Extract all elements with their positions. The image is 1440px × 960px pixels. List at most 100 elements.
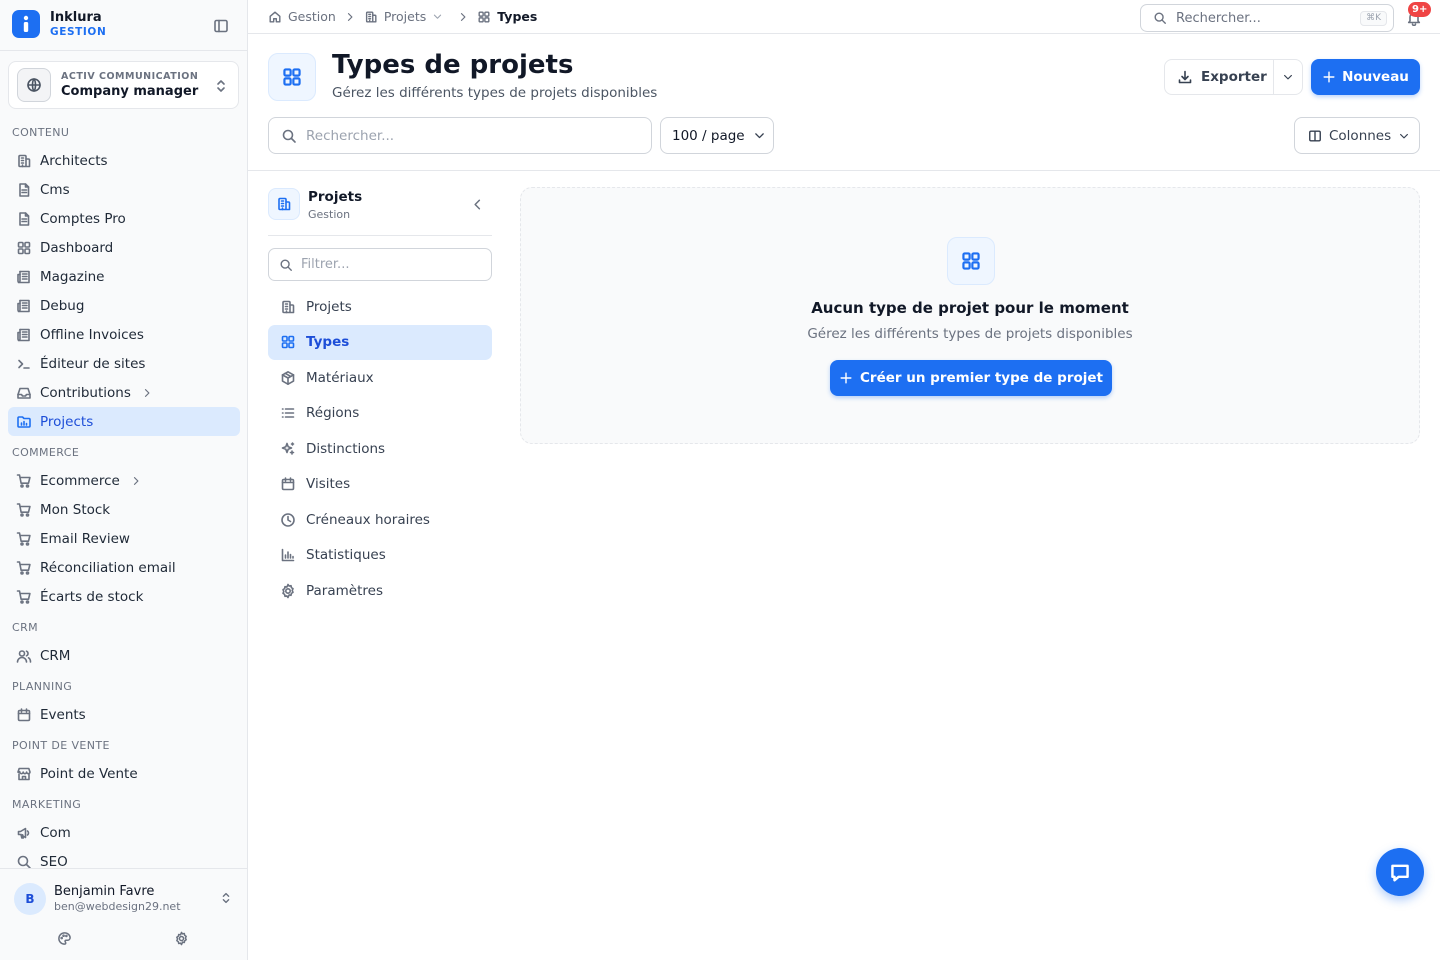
subnav-item-regions[interactable]: Régions — [268, 396, 492, 432]
chevron-right-icon — [457, 11, 469, 23]
subnav-item-creneaux-horaires[interactable]: Créneaux horaires — [268, 502, 492, 538]
sidebar-item-cms[interactable]: Cms — [8, 175, 240, 204]
global-search-input[interactable]: Rechercher... ⌘K — [1140, 4, 1394, 32]
sparkles-icon — [280, 441, 296, 457]
sidebar-item-label: Magazine — [40, 268, 105, 285]
chevron-down-icon[interactable] — [432, 11, 443, 22]
page-size-value: 100 / page — [672, 127, 745, 144]
subnav-item-types[interactable]: Types — [268, 324, 492, 360]
building-icon — [16, 153, 32, 169]
subnav-item-statistiques[interactable]: Statistiques — [268, 538, 492, 574]
list-icon — [280, 405, 296, 421]
subnav-item-materiaux[interactable]: Matériaux — [268, 360, 492, 396]
sidebar-item-label: Réconciliation email — [40, 559, 176, 576]
cart-icon — [16, 502, 32, 518]
sidebar-item-label: Comptes Pro — [40, 210, 126, 227]
inbox-icon — [16, 385, 32, 401]
sidebar-item-label: Com — [40, 824, 71, 841]
sidebar-item-label: Éditeur de sites — [40, 355, 146, 372]
chat-button[interactable] — [1376, 848, 1424, 896]
gear-icon[interactable] — [174, 931, 189, 946]
subnav-item-projets[interactable]: Projets — [268, 289, 492, 325]
search-icon — [16, 854, 32, 869]
columns-icon — [1308, 129, 1322, 143]
sidebar-item-ecommerce[interactable]: Ecommerce — [8, 466, 240, 495]
filter-placeholder: Filtrer... — [301, 257, 350, 272]
palette-icon[interactable] — [57, 931, 72, 946]
sidebar-item-ecarts-de-stock[interactable]: Écarts de stock — [8, 582, 240, 611]
breadcrumb-item-projets[interactable]: Projets — [364, 9, 449, 24]
calendar-icon — [16, 707, 32, 723]
export-dropdown-button[interactable] — [1274, 71, 1302, 83]
sidebar-item-reconciliation-email[interactable]: Réconciliation email — [8, 553, 240, 582]
divider — [268, 235, 492, 236]
cart-icon — [16, 589, 32, 605]
sidebar-item-editeur-de-sites[interactable]: Éditeur de sites — [8, 349, 240, 378]
subnav-item-label: Distinctions — [306, 440, 386, 457]
building-icon — [280, 299, 296, 315]
sidebar-item-point-de-vente[interactable]: Point de Vente — [8, 759, 240, 788]
search-input[interactable]: Rechercher... — [268, 117, 652, 154]
search-placeholder: Rechercher... — [1176, 10, 1261, 26]
sidebar-item-label: Email Review — [40, 530, 130, 547]
sidebar-item-magazine[interactable]: Magazine — [8, 262, 240, 291]
nav-section-title: PLANNING — [12, 680, 73, 693]
search-placeholder: Rechercher... — [306, 127, 395, 144]
columns-button[interactable]: Colonnes — [1294, 117, 1420, 154]
subnav-item-label: Visites — [306, 476, 351, 493]
sidebar-item-architects[interactable]: Architects — [8, 146, 240, 175]
sidebar: Inklura GESTION ACTIV COMMUNICATION Comp… — [0, 0, 248, 960]
sidebar-item-mon-stock[interactable]: Mon Stock — [8, 495, 240, 524]
breadcrumb-item-gestion[interactable]: Gestion — [268, 9, 336, 24]
subnav-item-label: Projets — [306, 298, 352, 315]
divider — [248, 170, 1440, 171]
globe-icon — [17, 68, 51, 102]
sidebar-item-contributions[interactable]: Contributions — [8, 378, 240, 407]
sidebar-item-label: Écarts de stock — [40, 588, 144, 605]
chevron-left-icon[interactable] — [470, 197, 485, 212]
divider — [0, 50, 247, 51]
download-icon — [1177, 69, 1193, 85]
sidebar-item-events[interactable]: Events — [8, 700, 240, 729]
topbar: Gestion Projets Types Rechercher... ⌘K 9… — [248, 0, 1440, 34]
chevron-right-icon — [130, 475, 142, 487]
user-email: ben@webdesign29.net — [54, 900, 181, 913]
search-icon — [1153, 11, 1167, 25]
subnav-filter-input[interactable]: Filtrer... — [268, 248, 492, 281]
subnav-item-visites[interactable]: Visites — [268, 467, 492, 503]
sidebar-item-offline-invoices[interactable]: Offline Invoices — [8, 320, 240, 349]
subnav-item-label: Créneaux horaires — [306, 511, 430, 528]
sidebar-item-com[interactable]: Com — [8, 818, 240, 847]
subnav-item-parametres[interactable]: Paramètres — [268, 573, 492, 609]
user-menu[interactable]: B Benjamin Favre ben@webdesign29.net — [0, 868, 247, 960]
sidebar-nav: CONTENU Architects Cms Comptes Pro Dashb… — [0, 118, 248, 868]
sidebar-item-label: SEO — [40, 853, 68, 869]
new-label: Nouveau — [1342, 69, 1409, 85]
grid-icon — [947, 237, 995, 285]
sidebar-item-projects[interactable]: Projects — [8, 407, 240, 436]
subnav-title: Projets — [308, 189, 363, 205]
page-size-select[interactable]: 100 / page — [660, 117, 774, 154]
chevron-down-icon — [1282, 71, 1294, 83]
sidebar-item-label: CRM — [40, 647, 71, 664]
sidebar-item-dashboard[interactable]: Dashboard — [8, 233, 240, 262]
create-first-type-label: Créer un premier type de projet — [860, 370, 1103, 386]
export-label: Exporter — [1201, 69, 1267, 85]
breadcrumb: Gestion Projets Types — [268, 9, 537, 24]
brand[interactable]: Inklura GESTION — [12, 10, 106, 38]
clock-icon — [280, 512, 296, 528]
search-icon — [281, 128, 297, 144]
company-switcher[interactable]: ACTIV COMMUNICATION Company manager — [8, 61, 239, 109]
create-first-type-button[interactable]: Créer un premier type de projet — [830, 360, 1112, 396]
new-button[interactable]: Nouveau — [1311, 59, 1420, 95]
subnav-item-distinctions[interactable]: Distinctions — [268, 431, 492, 467]
sidebar-item-seo[interactable]: SEO — [8, 847, 240, 868]
user-name: Benjamin Favre — [54, 884, 155, 899]
sidebar-item-comptes-pro[interactable]: Comptes Pro — [8, 204, 240, 233]
sidebar-toggle-icon[interactable] — [213, 18, 229, 34]
sidebar-item-crm[interactable]: CRM — [8, 641, 240, 670]
sidebar-item-debug[interactable]: Debug — [8, 291, 240, 320]
export-button[interactable]: Exporter — [1165, 60, 1275, 94]
sidebar-item-email-review[interactable]: Email Review — [8, 524, 240, 553]
megaphone-icon — [16, 825, 32, 841]
